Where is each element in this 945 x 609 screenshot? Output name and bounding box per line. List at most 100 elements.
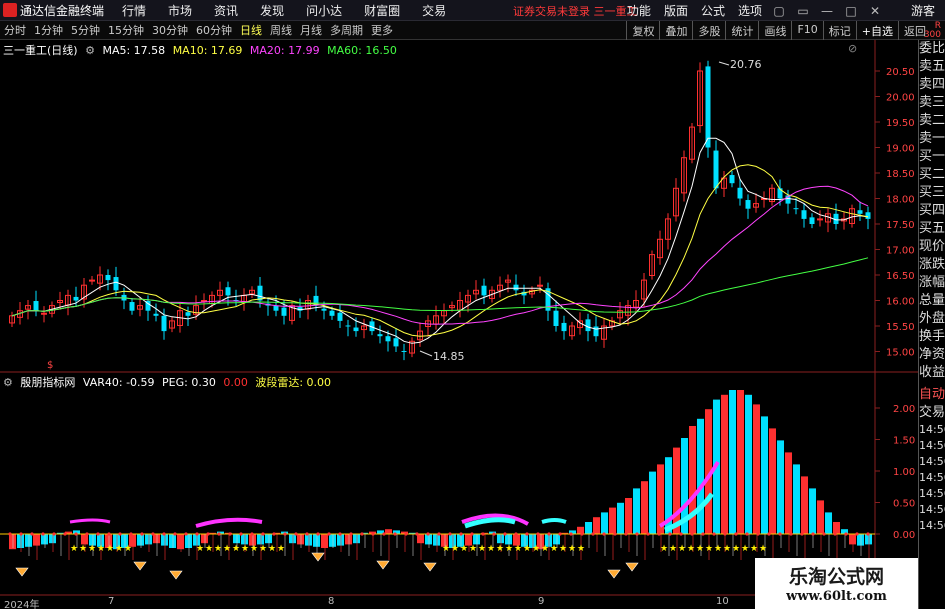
side-earnings[interactable]: 收益 bbox=[919, 364, 945, 382]
menu-news[interactable]: 资讯 bbox=[214, 2, 238, 19]
star-marker: ★ bbox=[268, 544, 276, 554]
minimize-icon[interactable]: — bbox=[815, 4, 839, 18]
period-multi[interactable]: 多周期 bbox=[330, 22, 363, 38]
menu-formula[interactable]: 公式 bbox=[701, 2, 725, 19]
side-auto[interactable]: 自动 bbox=[919, 386, 945, 404]
tool-add-watchlist[interactable]: +自选 bbox=[855, 21, 898, 40]
period-1min[interactable]: 1分钟 bbox=[34, 22, 63, 38]
period-weekly[interactable]: 周线 bbox=[270, 22, 292, 38]
star-marker: ★ bbox=[223, 544, 231, 554]
side-bid5[interactable]: 买五 bbox=[919, 220, 945, 238]
menu-quotes[interactable]: 行情 bbox=[122, 2, 146, 19]
candle-body bbox=[281, 307, 287, 316]
indicator-bar bbox=[809, 488, 816, 534]
period-intraday[interactable]: 分时 bbox=[4, 22, 26, 38]
side-time: 14:56 bbox=[919, 519, 945, 532]
side-turnover[interactable]: 换手 bbox=[919, 328, 945, 346]
zero-dot bbox=[778, 532, 782, 536]
period-15min[interactable]: 15分钟 bbox=[108, 22, 144, 38]
menu-ask[interactable]: 问小达 bbox=[306, 2, 342, 19]
side-ask5[interactable]: 卖五 bbox=[919, 58, 945, 76]
indicator-name[interactable]: 殷朋指标网 bbox=[20, 376, 75, 389]
menu-layout[interactable]: 版面 bbox=[664, 2, 688, 19]
period-daily[interactable]: 日线 bbox=[240, 22, 262, 38]
side-ask2[interactable]: 卖二 bbox=[919, 112, 945, 130]
settings-icon[interactable]: ⚙ bbox=[85, 44, 95, 57]
star-marker: ★ bbox=[214, 544, 222, 554]
stock-title[interactable]: 三一重工(日线) bbox=[3, 44, 78, 57]
menu-wealth[interactable]: 财富圈 bbox=[364, 2, 400, 19]
tool-adjust[interactable]: 复权 bbox=[626, 21, 659, 40]
indicator-bar bbox=[625, 498, 632, 534]
close-icon[interactable]: ✕ bbox=[863, 4, 887, 18]
indicator-bar bbox=[729, 390, 736, 534]
diamond-marker bbox=[311, 552, 325, 562]
side-net-asset[interactable]: 净资 bbox=[919, 346, 945, 364]
indicator-bar bbox=[865, 534, 872, 545]
period-30min[interactable]: 30分钟 bbox=[152, 22, 188, 38]
diamond-marker bbox=[625, 562, 639, 572]
menu-function[interactable]: 功能 bbox=[627, 2, 651, 19]
period-5min[interactable]: 5分钟 bbox=[71, 22, 100, 38]
candle-body bbox=[41, 312, 47, 315]
candle-body bbox=[705, 66, 711, 148]
dollar-marker: $ bbox=[47, 360, 53, 371]
zero-dot bbox=[547, 532, 551, 536]
side-bid1[interactable]: 买一 bbox=[919, 148, 945, 166]
zero-dot bbox=[756, 532, 760, 536]
star-marker: ★ bbox=[669, 544, 677, 554]
side-ask1[interactable]: 卖一 bbox=[919, 130, 945, 148]
window-tile-icon[interactable]: ▢ bbox=[767, 4, 791, 18]
candle-body bbox=[793, 208, 799, 210]
price-tick-label: 17.00 bbox=[886, 246, 915, 257]
zero-dot bbox=[459, 532, 463, 536]
side-ask4[interactable]: 卖四 bbox=[919, 76, 945, 94]
tool-f10[interactable]: F10 bbox=[791, 21, 822, 40]
indicator-bar bbox=[17, 534, 24, 548]
tool-multi-stock[interactable]: 多股 bbox=[692, 21, 725, 40]
menu-options[interactable]: 选项 bbox=[738, 2, 762, 19]
period-monthly[interactable]: 月线 bbox=[300, 22, 322, 38]
ma10-label: MA10: 17.69 bbox=[172, 44, 243, 57]
zero-dot bbox=[393, 532, 397, 536]
menu-trade[interactable]: 交易 bbox=[422, 2, 446, 19]
window-layout-icon[interactable]: ▭ bbox=[791, 4, 815, 18]
side-bid4[interactable]: 买四 bbox=[919, 202, 945, 220]
side-trade[interactable]: 交易 bbox=[919, 404, 945, 422]
indicator-bar bbox=[425, 534, 432, 545]
side-volume[interactable]: 总量 bbox=[919, 292, 945, 310]
period-more[interactable]: 更多 bbox=[371, 22, 393, 38]
indicator-bar bbox=[505, 534, 512, 545]
side-commission-ratio[interactable]: 委比 bbox=[919, 40, 945, 58]
tool-overlay[interactable]: 叠加 bbox=[659, 21, 692, 40]
side-ask3[interactable]: 卖三 bbox=[919, 94, 945, 112]
side-price[interactable]: 现价 bbox=[919, 238, 945, 256]
indicator-bar bbox=[761, 416, 768, 534]
side-bid3[interactable]: 买三 bbox=[919, 184, 945, 202]
tool-draw[interactable]: 画线 bbox=[758, 21, 791, 40]
indicator-bar bbox=[289, 534, 296, 544]
side-change-pct[interactable]: 涨幅 bbox=[919, 274, 945, 292]
menu-market[interactable]: 市场 bbox=[168, 2, 192, 19]
period-60min[interactable]: 60分钟 bbox=[196, 22, 232, 38]
zero-dot bbox=[701, 532, 705, 536]
side-change[interactable]: 涨跌 bbox=[919, 256, 945, 274]
candle-body bbox=[481, 285, 487, 296]
chart-area[interactable]: ★ ★ ★ ★ ★ ★ ★ ★ ★ ★ ★ ★ ★ ★ ★ ★ ★ ★ ★ ★ ★ ★ ★ ★ ★ ★ ★ ★ ★ ★ ★ ★ ★ ★ ★ ★ ★ ★ ★ ★… bbox=[0, 40, 918, 609]
menu-discover[interactable]: 发现 bbox=[260, 2, 284, 19]
guest-user[interactable]: 游客 bbox=[911, 2, 935, 19]
corner-badge: R 300 bbox=[924, 22, 941, 40]
star-marker: ★ bbox=[277, 544, 285, 554]
maximize-icon[interactable]: □ bbox=[839, 4, 863, 18]
side-outer-volume[interactable]: 外盘 bbox=[919, 310, 945, 328]
zoom-icon[interactable]: ⊘ bbox=[848, 42, 857, 55]
indicator-settings-icon[interactable]: ⚙ bbox=[3, 376, 13, 389]
tool-stats[interactable]: 统计 bbox=[725, 21, 758, 40]
side-bid2[interactable]: 买二 bbox=[919, 166, 945, 184]
star-marker: ★ bbox=[79, 544, 87, 554]
candle-body bbox=[585, 319, 591, 332]
zero-dot bbox=[129, 532, 133, 536]
zero-dot bbox=[558, 532, 562, 536]
tool-mark[interactable]: 标记 bbox=[822, 21, 856, 40]
star-marker: ★ bbox=[714, 544, 722, 554]
